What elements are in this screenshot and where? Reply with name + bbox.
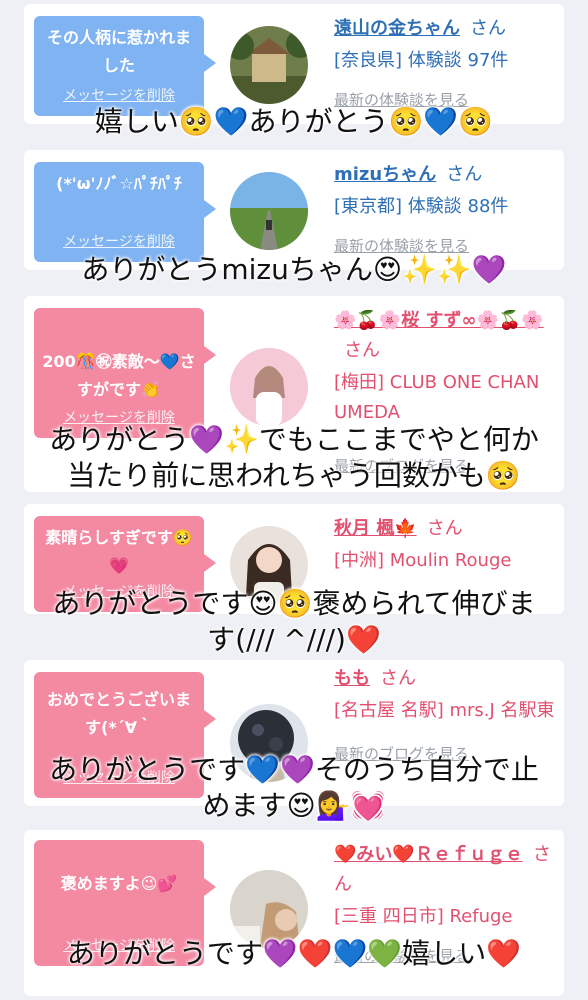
user-name-link[interactable]: 遠山の金ちゃん	[334, 18, 460, 39]
avatar[interactable]	[230, 348, 308, 426]
avatar[interactable]	[230, 172, 308, 250]
user-meta: [東京都] 体験談 88件	[334, 196, 509, 217]
message-text: (*'ω'ﾉﾉﾞ☆ﾊﾟﾁﾊﾟﾁ	[56, 174, 182, 193]
user-name-link[interactable]: もも	[334, 668, 370, 689]
message-text: 素晴らしすぎです🥺💗	[45, 528, 193, 575]
user-meta: [中洲] Moulin Rouge	[334, 550, 512, 571]
message-text: その人柄に惹かれました	[46, 28, 191, 75]
overlay-caption: ありがとうです💙💜そのうち自分で止 めます😍💁‍♀️💓	[0, 752, 588, 824]
user-name-link[interactable]: 🌸🍒🌸桜 すず∞🌸🍒🌸	[334, 310, 544, 331]
message-bubble: その人柄に惹かれました メッセージを削除	[34, 16, 216, 116]
user-meta: [名古屋 名駅] mrs.J 名駅東	[334, 700, 555, 721]
overlay-caption: 嬉しい🥺💙ありがとう🥺💙🥺	[94, 105, 494, 138]
honorific: さん	[344, 340, 380, 361]
message-text: 200🎊㊗素敵〜💙さすがです👏	[42, 352, 196, 399]
honorific: さん	[426, 518, 463, 539]
overlay-caption-line: ありがとうです😍🥺褒められて伸びま	[52, 587, 536, 620]
user-name-link[interactable]: mizuちゃん	[334, 164, 436, 185]
user-meta: [梅田] CLUB ONE CHAN UMEDA	[334, 372, 540, 423]
overlay-caption-line: ありがとう💜✨でもここまでやと何か	[49, 423, 539, 456]
overlay-caption-line: ありがとうです💙💜そのうち自分で止	[49, 753, 539, 786]
honorific: さん	[470, 18, 506, 39]
overlay-caption: ありがとうです😍🥺褒められて伸びま す(/// ^///)❤️	[0, 586, 588, 658]
honorific: さん	[380, 668, 416, 689]
message-bubble: 200🎊㊗素敵〜💙さすがです👏 メッセージを削除	[34, 308, 216, 438]
avatar[interactable]	[230, 26, 308, 104]
user-meta: [三重 四日市] Refuge	[334, 906, 513, 927]
message-text: 褒めますよ😉💕	[60, 874, 178, 893]
user-name-link[interactable]: 秋月 楓🍁	[334, 518, 417, 539]
honorific: さん	[446, 164, 483, 185]
overlay-caption-line: めます😍💁‍♀️💓	[202, 789, 386, 822]
overlay-caption-line: す(/// ^///)❤️	[207, 623, 381, 656]
message-text: おめでとうございます(*´∀｀	[46, 690, 191, 737]
overlay-caption: ありがとう💜✨でもここまでやと何か 当たり前に思われちゃう回数かも🥺	[0, 422, 588, 494]
overlay-caption: ありがとうです💜❤️💙💚嬉しい❤️	[66, 937, 522, 970]
user-name-link[interactable]: ❤️みい❤️Ｒｅｆｕｇｅ	[334, 844, 523, 865]
user-meta: [奈良県] 体験談 97件	[334, 50, 509, 71]
overlay-caption-line: 当たり前に思われちゃう回数かも🥺	[67, 459, 521, 492]
message-bubble: (*'ω'ﾉﾉﾞ☆ﾊﾟﾁﾊﾟﾁ メッセージを削除	[34, 162, 216, 262]
overlay-caption: ありがとうmizuちゃん😍✨✨💜	[81, 253, 507, 286]
